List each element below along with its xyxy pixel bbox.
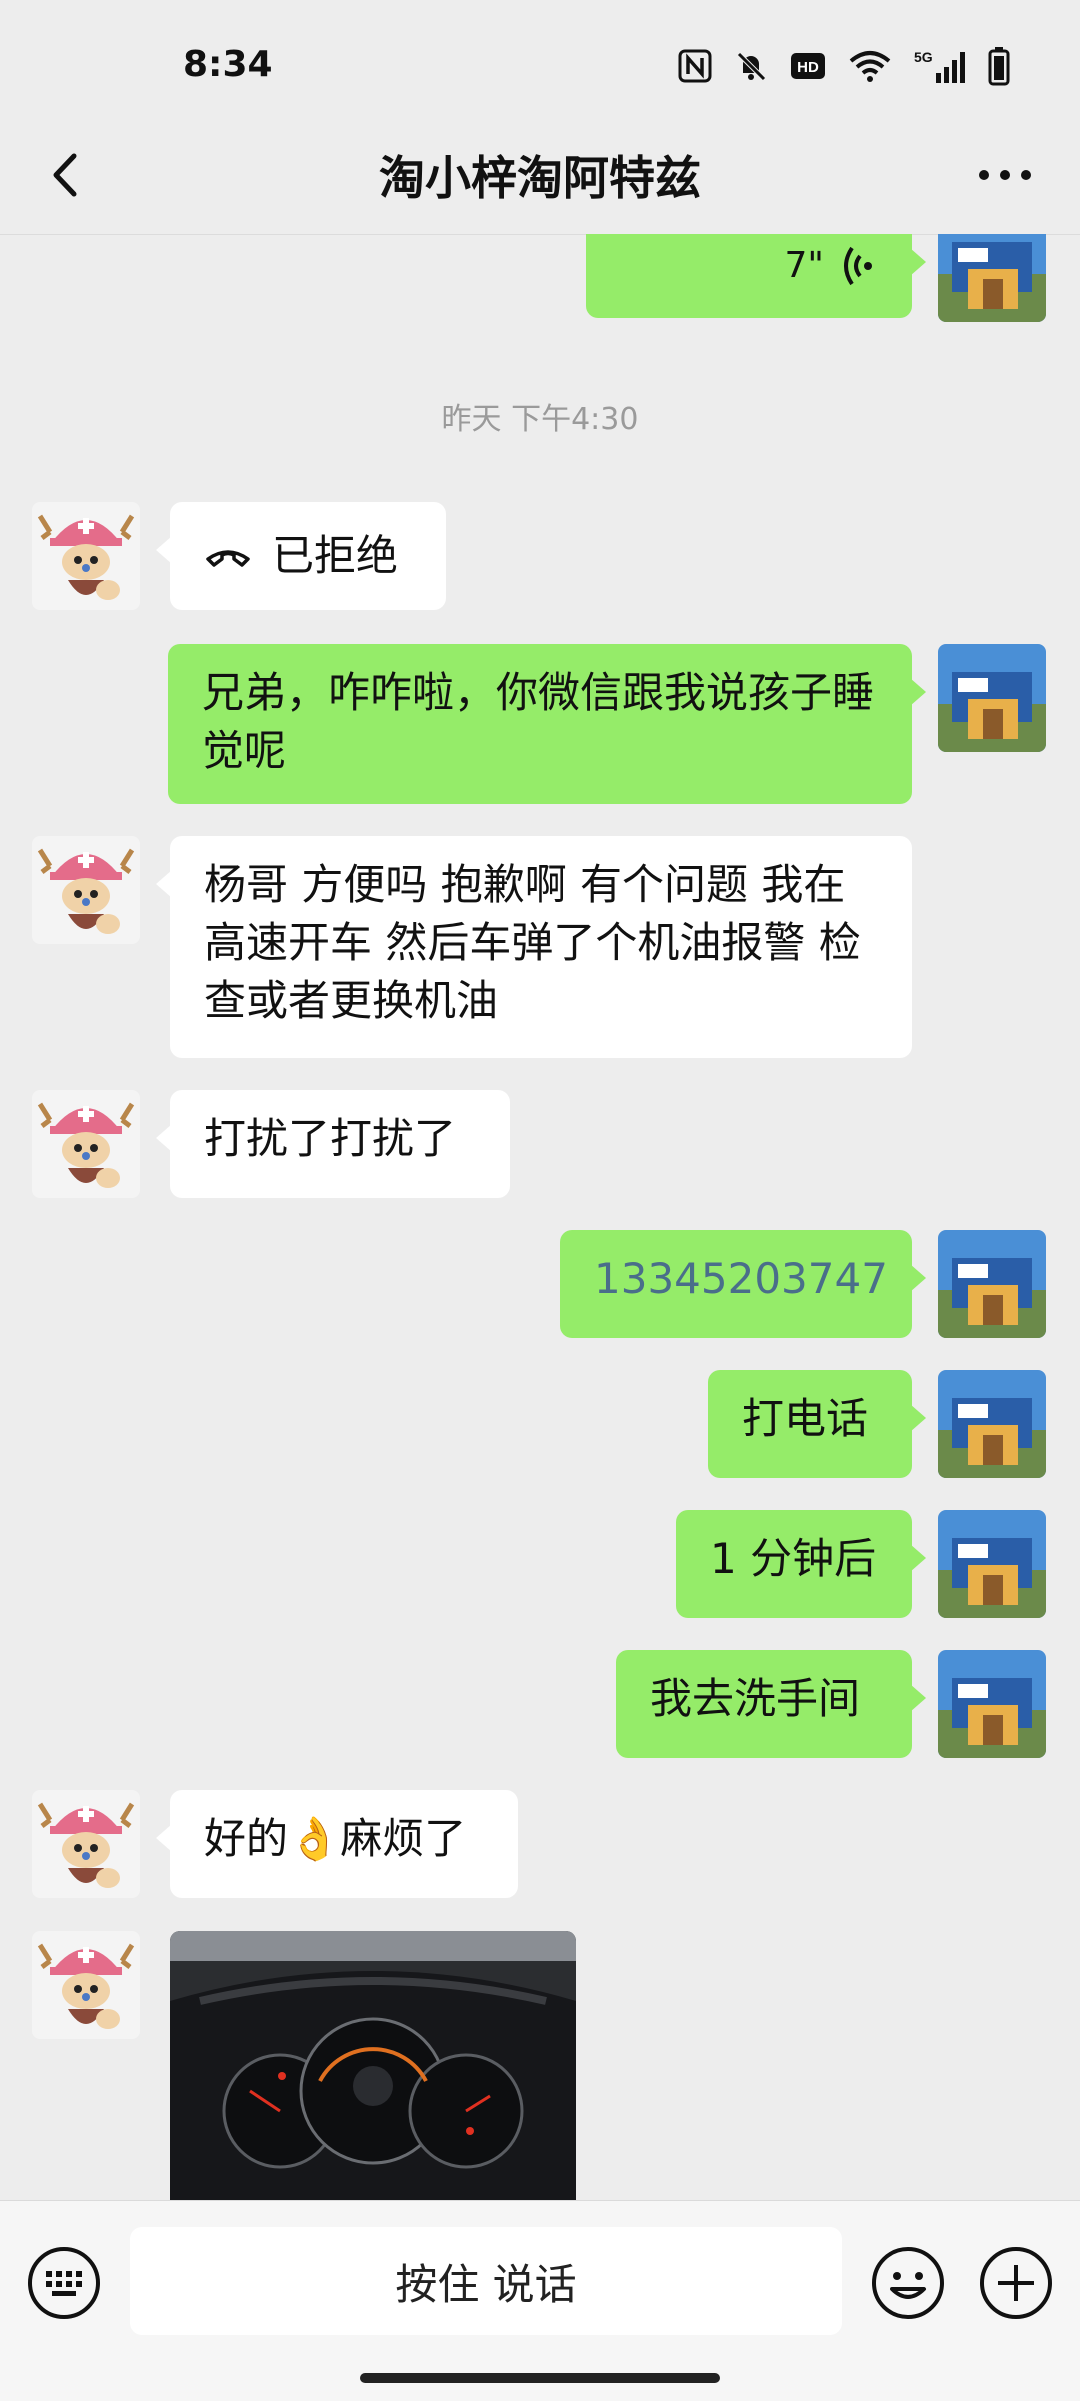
hangup-phone-icon <box>206 550 250 567</box>
status-time: 8:34 <box>183 44 273 85</box>
message-text: 1 分钟后 <box>710 1534 877 1583</box>
hold-to-talk-button[interactable]: 按住 说话 <box>130 2227 842 2335</box>
contact-avatar[interactable] <box>32 836 140 944</box>
message-bubble[interactable]: 我去洗手间 <box>616 1650 926 1758</box>
message-bubble[interactable]: 打电话 <box>708 1370 926 1478</box>
chat-header: 淘小梓淘阿特兹 <box>0 120 1080 235</box>
message-text: 杨哥 方便吗 抱歉啊 有个问题 我在高速开车 然后车弹了个机油报警 检查或者更换… <box>204 860 861 1025</box>
message-bubble[interactable]: 杨哥 方便吗 抱歉啊 有个问题 我在高速开车 然后车弹了个机油报警 检查或者更换… <box>156 836 912 1058</box>
nfc-icon <box>678 49 712 83</box>
voice-wave-icon <box>844 246 872 286</box>
timestamp: 昨天 下午4:30 <box>441 402 639 437</box>
signal-5g-icon: 5G <box>914 47 966 85</box>
message-text: 打扰了打扰了 <box>204 1114 457 1163</box>
my-avatar[interactable] <box>938 234 1046 322</box>
message-text: 兄弟，咋咋啦，你微信跟我说孩子睡觉呢 <box>202 668 875 775</box>
my-avatar[interactable] <box>938 1230 1046 1338</box>
mute-bell-icon <box>734 49 768 83</box>
chat-title: 淘小梓淘阿特兹 <box>379 151 701 205</box>
contact-avatar[interactable] <box>32 502 140 610</box>
message-bubble[interactable]: 兄弟，咋咋啦，你微信跟我说孩子睡觉呢 <box>168 644 926 804</box>
contact-avatar[interactable] <box>32 1090 140 1198</box>
voice-message[interactable]: 7" <box>586 234 926 318</box>
home-indicator[interactable] <box>360 2373 720 2383</box>
message-text: 好的👌麻烦了 <box>204 1814 467 1863</box>
status-bar: 8:34 HD 5G <box>0 0 1080 120</box>
message-bubble[interactable]: 打扰了打扰了 <box>156 1090 510 1198</box>
more-button[interactable] <box>972 150 1038 200</box>
message-text: 我去洗手间 <box>650 1674 861 1723</box>
message-bubble[interactable]: 已拒绝 <box>156 502 446 610</box>
message-bubble[interactable]: 好的👌麻烦了 <box>156 1790 518 1898</box>
phone-number-link[interactable]: 13345203747 <box>594 1254 888 1303</box>
more-functions-button[interactable] <box>978 2245 1054 2321</box>
message-text: 打电话 <box>742 1394 869 1443</box>
my-avatar[interactable] <box>938 1650 1046 1758</box>
input-bar: 按住 说话 <box>0 2200 1080 2401</box>
message-bubble[interactable]: 13345203747 <box>560 1230 926 1338</box>
message-text: 已拒绝 <box>272 531 399 580</box>
chat-list[interactable]: 7" 昨天 下午4:30 已拒绝 兄弟，咋咋啦，你微信跟我说孩子睡觉呢 杨哥 方… <box>0 234 1080 2200</box>
svg-text:5G: 5G <box>914 49 933 65</box>
emoji-button[interactable] <box>870 2245 946 2321</box>
contact-avatar[interactable] <box>32 1931 140 2039</box>
keyboard-icon <box>28 2247 100 2319</box>
hd-icon: HD <box>790 51 826 81</box>
svg-text:HD: HD <box>797 59 819 76</box>
image-message-dashboard[interactable] <box>170 1931 576 2200</box>
emoji-icon <box>872 2247 944 2319</box>
my-avatar[interactable] <box>938 1510 1046 1618</box>
contact-avatar[interactable] <box>32 1790 140 1898</box>
keyboard-toggle-button[interactable] <box>26 2245 102 2321</box>
wifi-icon <box>848 49 892 83</box>
message-bubble[interactable]: 1 分钟后 <box>676 1510 926 1618</box>
voice-duration: 7" <box>784 245 824 286</box>
more-dots-icon <box>979 170 1031 180</box>
my-avatar[interactable] <box>938 644 1046 752</box>
my-avatar[interactable] <box>938 1370 1046 1478</box>
battery-icon <box>988 46 1010 86</box>
plus-icon <box>980 2247 1052 2319</box>
